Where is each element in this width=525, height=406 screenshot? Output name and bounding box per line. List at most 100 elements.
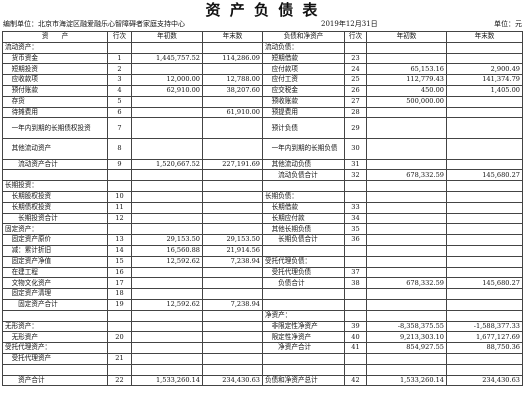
table-cell <box>131 95 203 108</box>
table-cell: 42 <box>344 374 367 387</box>
table-row: 固定资产净值 15 12,592.62 7,238.94 受托代理负债： <box>2 255 523 268</box>
table-cell: 预提费用 <box>262 106 345 119</box>
table-cell: 其他流动资产 <box>2 137 108 160</box>
table-cell: 4 <box>107 84 132 97</box>
table-cell <box>366 288 447 300</box>
table-cell: 37 <box>344 266 367 279</box>
table-cell <box>446 95 523 108</box>
table-cell <box>131 342 203 354</box>
column-header: 资 产 <box>2 31 108 43</box>
table-cell: 长期负债合计 <box>262 234 345 246</box>
table-cell <box>107 169 132 182</box>
table-cell: 141,374.79 <box>446 74 523 86</box>
table-cell: 450.00 <box>366 84 447 97</box>
table-cell <box>366 41 447 54</box>
table-cell: 14 <box>107 244 132 257</box>
table-cell: 678,332.59 <box>366 169 447 182</box>
table-cell: 145,680.27 <box>446 277 523 290</box>
table-cell: 预付账款 <box>2 84 108 97</box>
table-row: 固定资产合计 19 12,592.62 7,238.94 <box>2 298 523 311</box>
table-cell: 29,153.50 <box>131 234 203 246</box>
table-cell: 28 <box>344 106 367 119</box>
table-cell <box>344 255 367 268</box>
table-cell <box>446 212 523 225</box>
table-cell: 500,000.00 <box>366 95 447 108</box>
table-cell: 长期债权投资 <box>2 201 108 214</box>
table-cell: 7 <box>107 117 132 139</box>
table-cell: 预收账款 <box>262 95 345 108</box>
balance-sheet-table: 资 产行次 年初数 年末数 负债和净资产 行次 年初数 年末数 流动资产： 流动负债： 货币资… <box>2 31 523 387</box>
table-cell: 29,153.50 <box>202 234 263 246</box>
table-cell: 应付工资 <box>262 74 345 86</box>
table-cell <box>202 95 263 108</box>
table-cell <box>366 180 447 192</box>
table-cell: 限定性净资产 <box>262 331 345 344</box>
table-cell <box>202 363 263 376</box>
table-cell <box>446 41 523 54</box>
table-row: 待摊费用 6 61,910.00 预提费用 28 <box>2 106 523 119</box>
column-header: 行次 <box>344 31 367 43</box>
table-cell <box>131 201 203 214</box>
table-cell <box>131 331 203 344</box>
table-cell <box>202 63 263 76</box>
table-cell <box>344 298 367 311</box>
table-row: 无形资产： 非限定性净资产 39 -8,358,375.55 -1,588,377.3… <box>2 320 523 333</box>
table-cell: 61,910.00 <box>202 106 263 119</box>
table-cell <box>202 169 263 182</box>
table-cell <box>446 234 523 246</box>
table-cell: 净资产合计 <box>262 342 345 354</box>
table-cell: 流动资产合计 <box>2 158 108 171</box>
table-cell <box>2 309 108 322</box>
table-cell: 减：累计折旧 <box>2 244 108 257</box>
table-cell <box>366 117 447 139</box>
table-cell <box>131 137 203 160</box>
table-cell <box>262 288 345 300</box>
table-cell: 29 <box>344 117 367 139</box>
table-header-row: 资 产行次 年初数 年末数 负债和净资产 行次 年初数 年末数 <box>2 31 523 43</box>
table-cell: 16,560.88 <box>131 244 203 257</box>
table-cell: 资产合计 <box>2 374 108 387</box>
table-cell <box>131 266 203 279</box>
column-header: 年末数 <box>202 31 263 43</box>
table-cell <box>262 244 345 257</box>
table-cell <box>446 190 523 203</box>
table-cell: 1,677,127.69 <box>446 331 523 344</box>
table-cell <box>366 52 447 65</box>
table-cell <box>344 309 367 322</box>
table-cell <box>131 169 203 182</box>
table-cell: 长期投资合计 <box>2 212 108 225</box>
table-cell <box>131 180 203 192</box>
reporting-entity: 编制单位：北京市海淀区融爱融乐心智障碍者家庭支持中心 <box>3 20 185 28</box>
table-cell: 2 <box>107 63 132 76</box>
table-cell: 21,914.56 <box>202 244 263 257</box>
table-cell: 12 <box>107 212 132 225</box>
table-cell: 24 <box>344 63 367 76</box>
table-cell: 负债合计 <box>262 277 345 290</box>
table-cell: 88,750.36 <box>446 342 523 354</box>
table-cell <box>131 63 203 76</box>
table-cell: 62,910.00 <box>131 84 203 97</box>
table-cell: 12,788.00 <box>202 74 263 86</box>
table-cell: 受托代理负债 <box>262 266 345 279</box>
table-cell <box>202 288 263 300</box>
table-cell <box>446 363 523 376</box>
table-cell <box>446 180 523 192</box>
table-cell: 17 <box>107 277 132 290</box>
table-cell: 待摊费用 <box>2 106 108 119</box>
table-cell <box>344 363 367 376</box>
table-cell <box>202 41 263 54</box>
table-cell: 23 <box>344 52 367 65</box>
table-cell: 39 <box>344 320 367 333</box>
table-cell: 受托代理资产 <box>2 352 108 365</box>
table-row: 在建工程 16 受托代理负债 37 <box>2 266 523 279</box>
table-cell: 应交税金 <box>262 84 345 97</box>
table-cell <box>107 363 132 376</box>
table-row: 长期股权投资 10 长期负债： <box>2 190 523 203</box>
table-cell: 6 <box>107 106 132 119</box>
table-cell: 3 <box>107 74 132 86</box>
table-cell <box>446 117 523 139</box>
table-cell: 一年内到期的长期债权投资 <box>2 117 108 139</box>
table-cell <box>344 244 367 257</box>
table-row: 流动资产： 流动负债： <box>2 41 523 54</box>
table-cell: 长期投资： <box>2 180 108 192</box>
